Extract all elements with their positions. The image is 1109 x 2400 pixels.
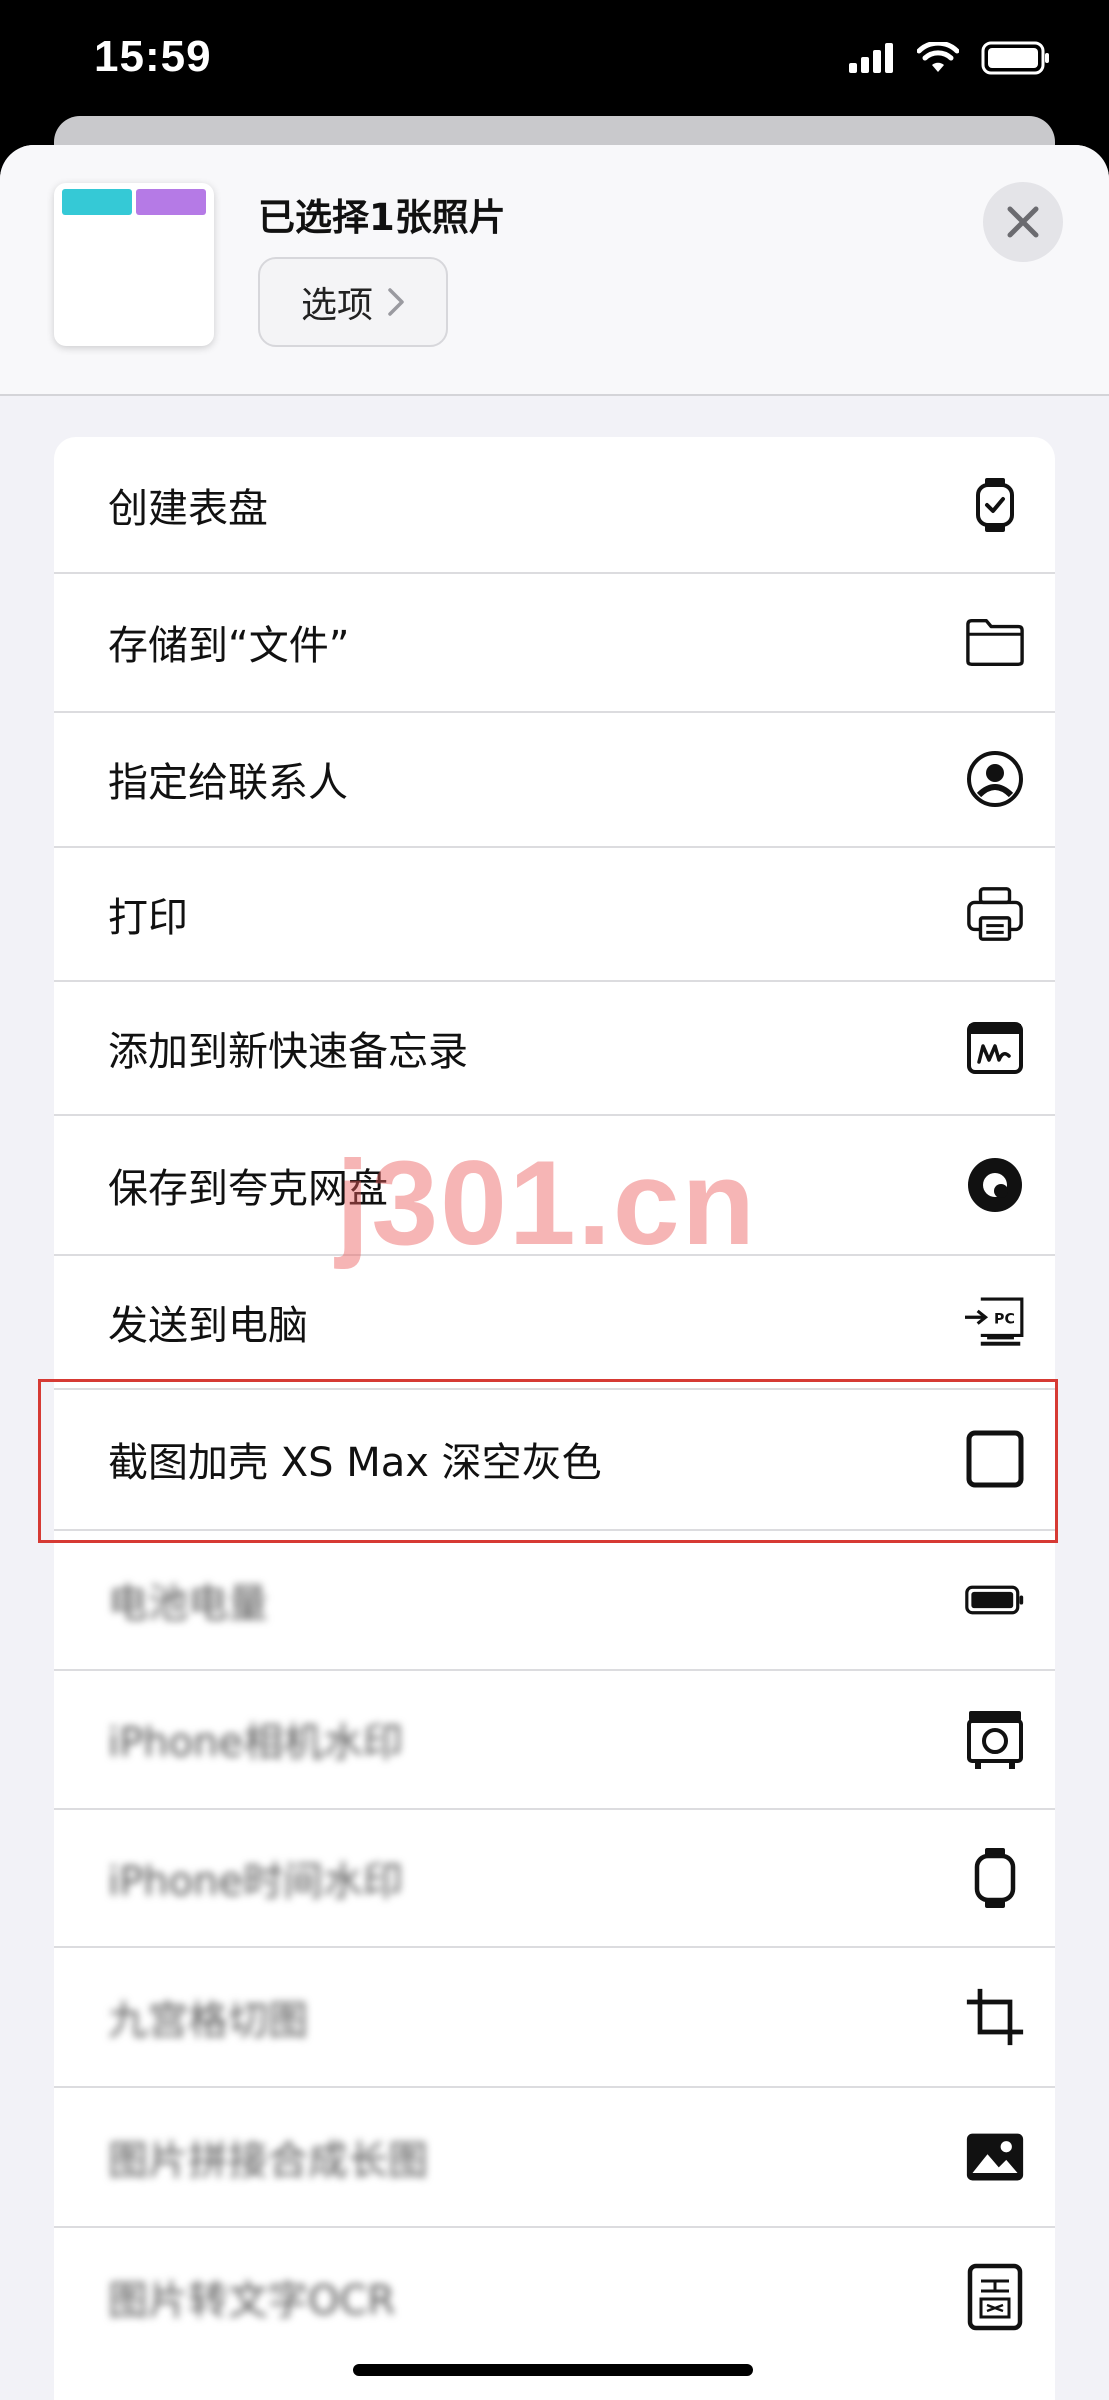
highlight-box — [38, 1379, 1058, 1543]
options-button[interactable]: 选项 — [258, 257, 448, 347]
status-time: 15:59 — [94, 32, 212, 81]
action-label: 九宫格切图 — [108, 1997, 308, 2044]
printer-icon — [965, 884, 1025, 944]
action-label: 打印 — [108, 894, 188, 941]
action-row-stitch-long-image[interactable]: 图片拼接合成长图 — [54, 2087, 1055, 2226]
action-row-time-watermark[interactable]: iPhone时间水印 — [54, 1809, 1055, 1946]
watch-outline-icon — [965, 1847, 1025, 1908]
chevron-right-icon — [388, 288, 404, 316]
folder-icon — [965, 612, 1025, 672]
person-circle-icon — [965, 749, 1025, 809]
action-label: 指定给联系人 — [108, 760, 348, 806]
text-recognition-icon — [965, 2263, 1025, 2330]
action-row-save-to-files[interactable]: 存储到“文件” — [54, 573, 1055, 711]
action-row-ocr[interactable]: 图片转文字OCR — [54, 2227, 1055, 2366]
options-label: 选项 — [300, 285, 373, 326]
action-label: 图片转文字OCR — [108, 2277, 396, 2324]
action-label: iPhone相机水印 — [108, 1720, 404, 1766]
action-label: iPhone时间水印 — [108, 1858, 404, 1905]
action-label: 图片拼接合成长图 — [108, 2137, 428, 2184]
camera-icon — [965, 1709, 1025, 1769]
status-bar: 15:59 — [0, 0, 1109, 120]
crop-icon — [965, 1987, 1025, 2047]
thumbnail-block — [136, 189, 206, 215]
watch-icon — [965, 475, 1025, 535]
action-label: 电池电量 — [108, 1580, 268, 1627]
status-icons — [849, 36, 1051, 80]
photo-icon — [965, 2127, 1025, 2187]
thumbnail-block — [62, 189, 132, 215]
battery-status-icon — [981, 41, 1049, 75]
action-row-print[interactable]: 打印 — [54, 847, 1055, 980]
battery-icon — [965, 1570, 1025, 1630]
header-divider — [0, 394, 1109, 396]
sheet-title: 已选择1张照片 — [258, 196, 506, 239]
svg-text:PC: PC — [994, 1311, 1015, 1327]
action-row-create-watch-face[interactable]: 创建表盘 — [54, 437, 1055, 572]
action-row-assign-contact[interactable]: 指定给联系人 — [54, 712, 1055, 846]
action-row-camera-watermark[interactable]: iPhone相机水印 — [54, 1670, 1055, 1808]
wifi-icon — [917, 42, 959, 72]
action-row-grid-crop[interactable]: 九宫格切图 — [54, 1947, 1055, 2086]
action-label: 创建表盘 — [108, 485, 268, 532]
photo-thumbnail — [54, 183, 214, 346]
home-indicator[interactable] — [353, 2364, 753, 2376]
quark-icon — [965, 1155, 1025, 1215]
action-label: 添加到新快速备忘录 — [108, 1028, 468, 1075]
send-to-pc-icon: PC — [965, 1292, 1025, 1352]
action-row-quick-note[interactable]: 添加到新快速备忘录 — [54, 981, 1055, 1114]
action-row-send-to-pc[interactable]: 发送到电脑 PC — [54, 1255, 1055, 1388]
cellular-signal-icon — [849, 43, 893, 73]
quick-note-icon — [965, 1018, 1025, 1078]
watermark-text: j301.cn — [336, 1136, 757, 1270]
close-button[interactable] — [983, 182, 1063, 262]
share-sheet-header: 已选择1张照片 选项 — [0, 145, 1109, 396]
action-row-battery[interactable]: 电池电量 — [54, 1530, 1055, 1669]
action-label: 发送到电脑 — [108, 1302, 308, 1349]
share-sheet: 已选择1张照片 选项 创建表盘 存储到“文件” 指定给联系人 打印 添加到新快速… — [0, 145, 1109, 2400]
close-icon — [1007, 206, 1039, 238]
action-label: 存储到“文件” — [108, 623, 350, 669]
